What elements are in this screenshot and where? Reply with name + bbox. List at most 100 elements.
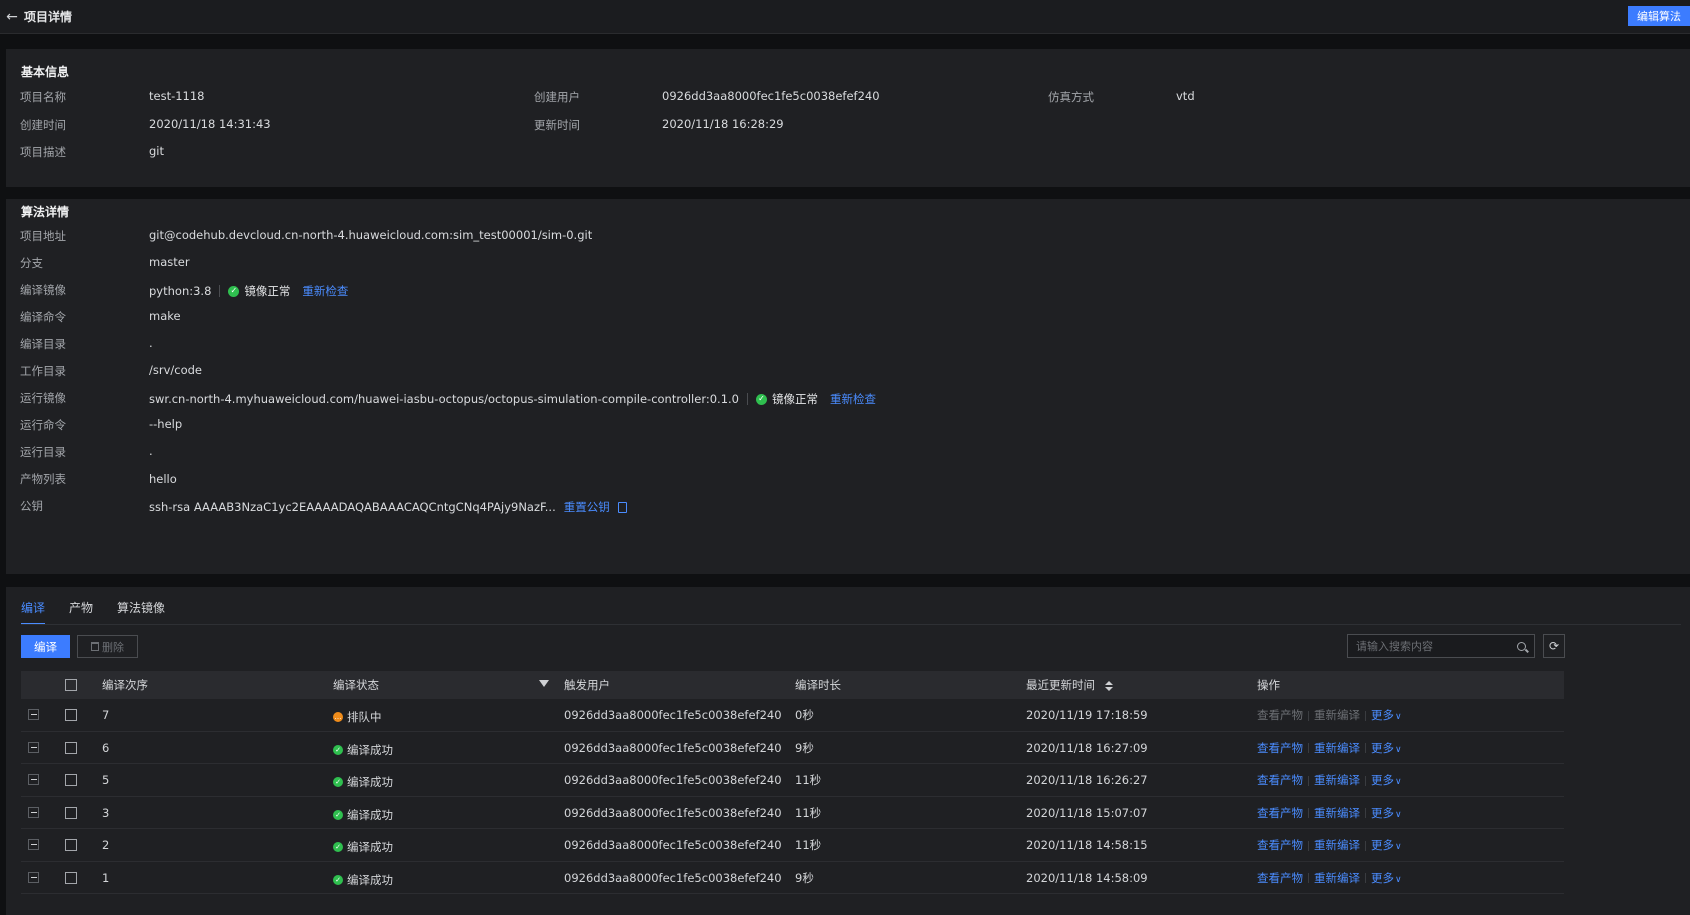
row-actions: 查看产物 重新编译 更多∨ [1257, 699, 1402, 731]
field-label: 运行目录 [20, 445, 66, 459]
view-artifacts-link[interactable]: 查看产物 [1257, 708, 1303, 722]
tab-bar: 编译 产物 算法镜像 [21, 599, 165, 625]
edit-algorithm-button[interactable]: 编辑算法 [1628, 6, 1690, 26]
success-icon: ✓ [333, 809, 343, 820]
trigger-user: 0926dd3aa8000fec1fe5c0038efef240 [564, 740, 782, 755]
more-dropdown[interactable]: 更多∨ [1371, 773, 1402, 787]
table-row[interactable]: 1 ✓ 编译成功 0926dd3aa8000fec1fe5c0038efef240 9秒… [21, 862, 1564, 894]
column-header-duration: 编译时长 [795, 678, 841, 692]
check-circle-icon: ✓ [756, 393, 767, 405]
back-arrow-icon[interactable]: ← [0, 0, 24, 34]
check-circle-icon: ✓ [228, 285, 240, 297]
collapse-row-icon[interactable] [28, 709, 39, 720]
table-row[interactable]: 6 ✓ 编译成功 0926dd3aa8000fec1fe5c0038efef240 9秒… [21, 732, 1564, 764]
run-command-value: --help [149, 417, 183, 431]
search-icon[interactable] [1517, 641, 1526, 651]
recheck-run-image-link[interactable]: 重新检查 [830, 391, 876, 407]
column-header-updated: 最近更新时间 [1026, 671, 1113, 699]
reset-public-key-link[interactable]: 重置公钥 [564, 499, 610, 515]
row-checkbox[interactable] [65, 709, 77, 721]
compile-button[interactable]: 编译 [21, 635, 70, 658]
search-input[interactable] [1356, 639, 1517, 653]
row-checkbox[interactable] [65, 839, 77, 851]
view-artifacts-link[interactable]: 查看产物 [1257, 871, 1303, 885]
collapse-row-icon[interactable] [28, 839, 39, 850]
view-artifacts-link[interactable]: 查看产物 [1257, 741, 1303, 755]
updated-time-value: 2020/11/18 16:28:29 [662, 117, 784, 131]
collapse-row-icon[interactable] [28, 871, 39, 883]
recompile-link[interactable]: 重新编译 [1314, 708, 1360, 722]
field-label: 工作目录 [20, 364, 66, 378]
recompile-link[interactable]: 重新编译 [1314, 773, 1360, 787]
column-header-user: 触发用户 [564, 678, 610, 692]
view-artifacts-link[interactable]: 查看产物 [1257, 806, 1303, 820]
tab-divider [21, 624, 1681, 625]
row-checkbox[interactable] [65, 741, 77, 754]
table-row[interactable]: 3 ✓ 编译成功 0926dd3aa8000fec1fe5c0038efef240 11… [21, 797, 1564, 829]
trigger-user: 0926dd3aa8000fec1fe5c0038efef240 [564, 805, 782, 820]
public-key-row: ssh-rsa AAAAB3NzaC1yc2EAAAADAQABAAACAQCn… [149, 499, 627, 515]
collapse-row-icon[interactable] [28, 806, 39, 818]
recompile-link[interactable]: 重新编译 [1314, 741, 1360, 755]
work-dir-value: /srv/code [149, 363, 203, 377]
build-status: ✓ 编译成功 [333, 862, 393, 894]
tab-artifacts[interactable]: 产物 [69, 599, 93, 625]
more-dropdown[interactable]: 更多∨ [1371, 838, 1402, 852]
row-checkbox[interactable] [65, 806, 77, 819]
status-text: 编译成功 [347, 807, 393, 822]
build-duration: 0秒 [795, 708, 814, 722]
view-artifacts-link[interactable]: 查看产物 [1257, 773, 1303, 787]
build-table: 编译次序 编译状态 触发用户 编译时长 最近更新时间 操作 7 … 排队中 0926d… [21, 671, 1564, 894]
row-checkbox[interactable] [65, 774, 77, 786]
run-dir-value: . [149, 444, 153, 458]
collapse-row-icon[interactable] [28, 741, 39, 753]
status-text: 编译成功 [347, 742, 393, 757]
trigger-user: 0926dd3aa8000fec1fe5c0038efef240 [564, 870, 782, 885]
refresh-button[interactable]: ⟳ [1543, 634, 1565, 658]
more-label: 更多 [1371, 708, 1394, 722]
column-header-actions: 操作 [1257, 678, 1280, 692]
more-dropdown[interactable]: 更多∨ [1371, 871, 1402, 885]
tab-algorithm-image[interactable]: 算法镜像 [117, 599, 165, 625]
copy-icon[interactable] [617, 501, 627, 513]
build-order: 3 [102, 805, 110, 820]
table-row[interactable]: 7 … 排队中 0926dd3aa8000fec1fe5c0038efef240 0秒 2… [21, 699, 1564, 732]
table-row[interactable]: 5 ✓ 编译成功 0926dd3aa8000fec1fe5c0038efef240 11… [21, 764, 1564, 797]
table-row[interactable]: 2 ✓ 编译成功 0926dd3aa8000fec1fe5c0038efef240 11… [21, 829, 1564, 862]
recompile-link[interactable]: 重新编译 [1314, 871, 1360, 885]
queued-icon: … [333, 712, 343, 722]
row-actions: 查看产物 重新编译 更多∨ [1257, 797, 1402, 829]
more-dropdown[interactable]: 更多∨ [1371, 708, 1402, 722]
public-key-value: ssh-rsa AAAAB3NzaC1yc2EAAAADAQABAAACAQCn… [149, 500, 556, 514]
sort-icon[interactable] [1104, 680, 1113, 691]
updated-time: 2020/11/19 17:18:59 [1026, 708, 1148, 722]
collapse-row-icon[interactable] [28, 774, 39, 785]
delete-button[interactable]: 删除 [77, 635, 138, 658]
select-all-checkbox[interactable] [65, 679, 77, 691]
more-dropdown[interactable]: 更多∨ [1371, 806, 1402, 820]
compile-image-row: python:3.8 ✓ 镜像正常 重新检查 [149, 283, 348, 299]
trigger-user: 0926dd3aa8000fec1fe5c0038efef240 [564, 838, 782, 852]
sim-mode-value: vtd [1176, 89, 1195, 103]
tab-compile[interactable]: 编译 [21, 599, 46, 625]
row-actions: 查看产物 重新编译 更多∨ [1257, 764, 1402, 796]
chevron-down-icon: ∨ [1395, 874, 1402, 885]
field-label: 创建时间 [20, 118, 66, 132]
recompile-link[interactable]: 重新编译 [1314, 806, 1360, 820]
filter-icon[interactable] [539, 680, 549, 687]
more-label: 更多 [1371, 805, 1394, 820]
delete-label: 删除 [102, 640, 124, 654]
divider [747, 393, 748, 405]
recompile-link[interactable]: 重新编译 [1314, 838, 1360, 852]
run-image-value: swr.cn-north-4.myhuaweicloud.com/huawei-… [149, 392, 739, 406]
compile-image-status: ✓ 镜像正常 [228, 283, 290, 299]
more-dropdown[interactable]: 更多∨ [1371, 741, 1402, 755]
view-artifacts-link[interactable]: 查看产物 [1257, 838, 1303, 852]
recheck-compile-image-link[interactable]: 重新检查 [302, 283, 348, 299]
build-duration: 11秒 [795, 773, 822, 787]
refresh-icon: ⟳ [1548, 639, 1560, 653]
table-body: 7 … 排队中 0926dd3aa8000fec1fe5c0038efef240 0秒 2… [21, 699, 1564, 894]
build-panel: 编译 产物 算法镜像 编译 删除 ⟳ 编译次序 编译状态 触发用户 编译时长 最… [6, 587, 1690, 915]
trigger-user: 0926dd3aa8000fec1fe5c0038efef240 [564, 708, 782, 722]
row-checkbox[interactable] [65, 871, 77, 884]
